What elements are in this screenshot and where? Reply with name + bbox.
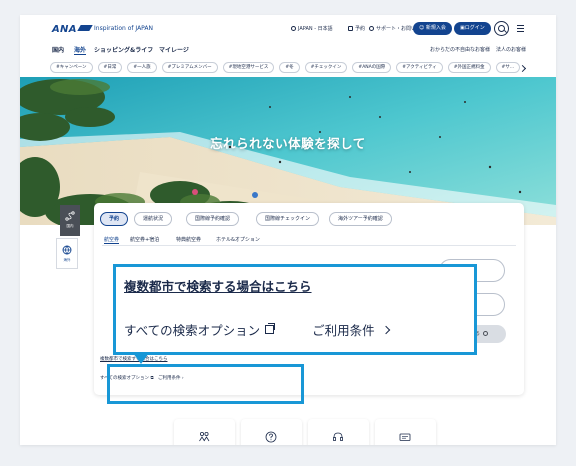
chip[interactable]: #冬 xyxy=(279,62,300,73)
chevron-right-icon[interactable] xyxy=(518,64,527,73)
headset-icon xyxy=(333,432,343,441)
hashtag-chips: #キャンペーン #日常 #一人旅 #プレミアムメンバー #現地空港サービス #冬… xyxy=(50,62,521,76)
highlight-box xyxy=(107,364,304,404)
people-icon xyxy=(199,431,210,442)
nav-item-domestic[interactable]: 国内 xyxy=(52,45,64,54)
chip[interactable]: #サ... xyxy=(495,62,521,73)
reservation-link[interactable]: 予約 xyxy=(348,25,365,32)
tagline: Inspiration of JAPAN xyxy=(94,25,154,32)
header: ANA Inspiration of JAPAN JAPAN - 日本語 予約 … xyxy=(20,15,556,43)
chevron-right-icon xyxy=(381,325,390,335)
browser-page: ANA Inspiration of JAPAN JAPAN - 日本語 予約 … xyxy=(20,15,556,445)
ana-logo[interactable]: ANA xyxy=(52,24,93,35)
user-icon: ☺ xyxy=(419,25,426,31)
question-icon xyxy=(265,431,277,443)
ticket-icon xyxy=(399,433,411,441)
tab-intl-booking-check[interactable]: 国際線予約確認 xyxy=(186,212,240,226)
quick-card[interactable] xyxy=(308,419,369,445)
signup-button[interactable]: ☺ 新規入会 xyxy=(413,22,452,35)
chip[interactable]: #チェックイン xyxy=(304,62,348,73)
globe-icon xyxy=(62,245,72,255)
subtab-hotel-options[interactable]: ホテル&オプション xyxy=(216,236,260,243)
chip[interactable]: #ANAの国際 xyxy=(352,62,392,73)
question-icon xyxy=(369,26,374,31)
tab-flight-status[interactable]: 運航状況 xyxy=(134,212,173,226)
tab-reservation[interactable]: 予約 xyxy=(100,212,129,226)
hero-headline: 忘れられない体験を探して xyxy=(210,136,366,151)
login-button[interactable]: ▣ログイン xyxy=(454,22,491,35)
quick-link-cards xyxy=(174,419,436,445)
language-selector[interactable]: JAPAN - 日本語 xyxy=(291,25,333,32)
nav-item-shopping[interactable]: ショッピング&ライフ xyxy=(94,45,153,54)
chip[interactable]: #日常 xyxy=(97,62,123,73)
chip[interactable]: #アクティビティ xyxy=(396,62,443,73)
accessibility-link[interactable]: おからだの不自由なお客様 xyxy=(430,46,490,53)
nav-item-mileage[interactable]: マイレージ xyxy=(159,45,189,54)
search-icon xyxy=(483,331,489,336)
zoom-callout: 複数都市で検索する場合はこちら すべての検索オプション ご利用条件 xyxy=(113,264,477,355)
corporate-link[interactable]: 法人のお客様 xyxy=(496,46,526,53)
subtab-flight-hotel[interactable]: 航空券+宿泊 xyxy=(130,236,159,243)
all-search-options-link[interactable]: すべての検索オプション xyxy=(124,323,260,338)
chip[interactable]: #プレミアムメンバー xyxy=(161,62,218,73)
nav-item-international[interactable]: 海外 xyxy=(74,45,87,55)
subtab-award[interactable]: 特典航空券 xyxy=(176,236,201,243)
search-icon[interactable] xyxy=(494,21,509,36)
quick-card[interactable] xyxy=(241,419,302,445)
terms-link[interactable]: ご利用条件 xyxy=(312,323,375,338)
chip[interactable]: #一人旅 xyxy=(127,62,157,73)
chip[interactable]: #キャンペーン xyxy=(50,62,93,73)
calendar-icon xyxy=(348,26,353,31)
tab-intl-checkin[interactable]: 国際線チェックイン xyxy=(256,212,320,226)
options-row: すべての検索オプション ご利用条件 xyxy=(124,320,390,339)
chip[interactable]: #現地空港サービス xyxy=(222,62,275,73)
main-nav: 国内 海外 ショッピング&ライフ マイレージ おからだの不自由なお客様 法人のお… xyxy=(20,43,556,57)
multi-city-link[interactable]: 複数都市で検索する場合はこちら xyxy=(124,276,312,295)
tab-tour-check[interactable]: 海外ツアー予約確認 xyxy=(329,212,392,226)
quick-card[interactable] xyxy=(375,419,436,445)
divider xyxy=(102,245,516,246)
menu-icon[interactable] xyxy=(517,25,524,32)
route-icon xyxy=(65,211,75,221)
chip[interactable]: #外国正規料金 xyxy=(447,62,491,73)
side-tab-international[interactable]: 海外 xyxy=(56,238,78,269)
quick-card[interactable] xyxy=(174,419,235,445)
side-tab-domestic[interactable]: 国内 xyxy=(60,205,80,236)
globe-icon xyxy=(291,26,296,31)
external-link-icon xyxy=(265,323,276,334)
callout-pointer xyxy=(133,353,149,364)
subtab-flight[interactable]: 航空券 xyxy=(104,236,120,244)
